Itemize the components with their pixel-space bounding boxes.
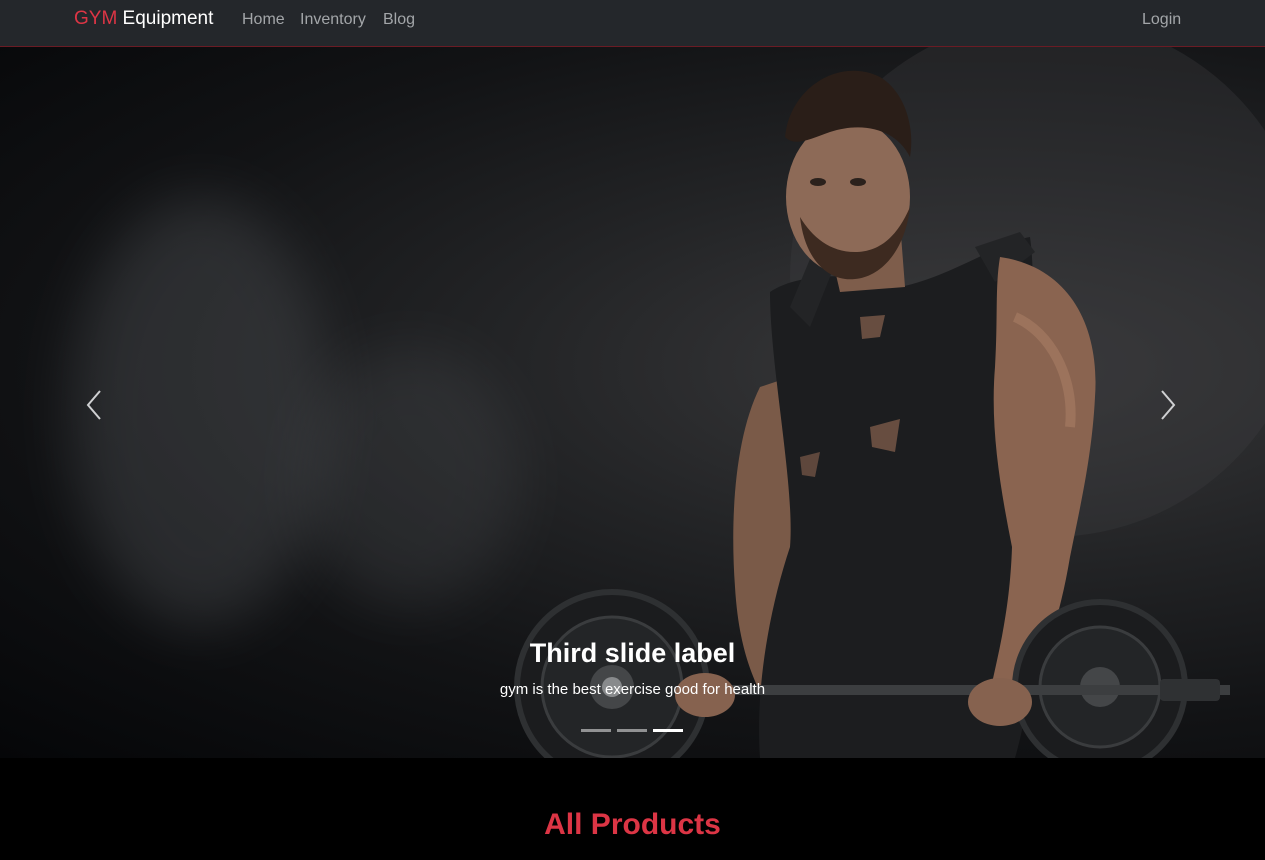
- chevron-right-icon: [1161, 390, 1176, 420]
- nav-home[interactable]: Home: [242, 11, 285, 29]
- brand-gym-text: GYM: [74, 8, 118, 29]
- hero-carousel: Third slide label gym is the best exerci…: [0, 47, 1265, 758]
- brand-logo[interactable]: GYM Equipment: [74, 8, 213, 30]
- nav-inventory[interactable]: Inventory: [300, 11, 366, 29]
- carousel-caption-title: Third slide label: [529, 638, 736, 668]
- nav-blog[interactable]: Blog: [383, 11, 415, 29]
- carousel-next-button[interactable]: [1152, 385, 1182, 425]
- carousel-caption-text: gym is the best exercise good for health: [499, 681, 766, 698]
- nav-login[interactable]: Login: [1142, 11, 1181, 29]
- products-section-title: All Products: [544, 808, 721, 841]
- navbar: GYM Equipment Home Inventory Blog Login: [0, 0, 1265, 47]
- carousel-indicator-1[interactable]: [581, 729, 611, 732]
- chevron-left-icon: [86, 390, 101, 420]
- brand-equipment-text: Equipment: [117, 8, 214, 29]
- carousel-indicator-2[interactable]: [617, 729, 647, 732]
- carousel-prev-button[interactable]: [80, 385, 110, 425]
- carousel-indicator-3[interactable]: [653, 729, 683, 732]
